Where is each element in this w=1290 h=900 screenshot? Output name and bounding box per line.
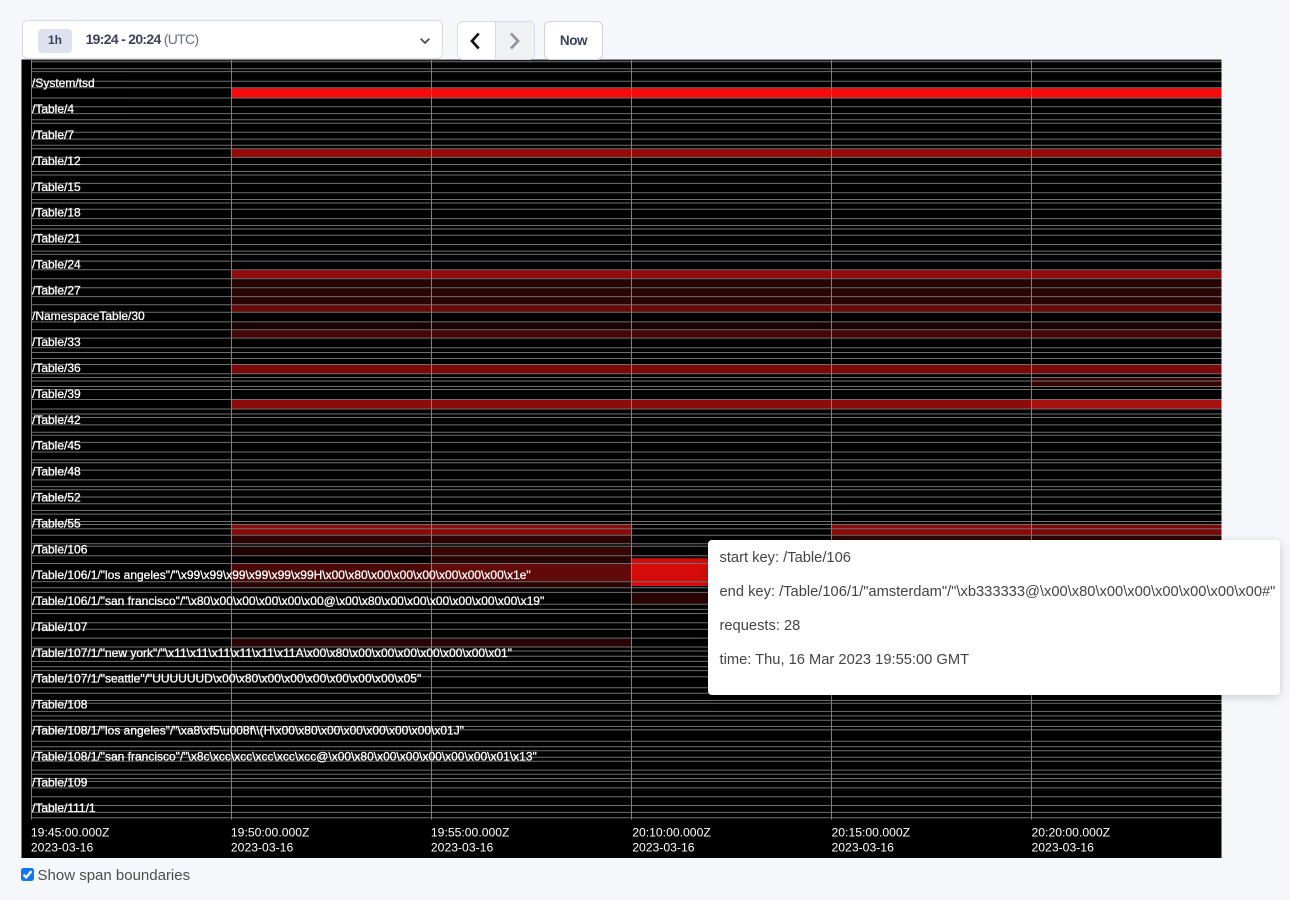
svg-text:/Table/33: /Table/33 [32, 335, 81, 349]
svg-text:/NamespaceTable/30: /NamespaceTable/30 [32, 309, 145, 323]
svg-text:2023-03-16: 2023-03-16 [431, 841, 494, 855]
svg-text:/Table/24: /Table/24 [32, 258, 81, 272]
svg-text:/Table/12: /Table/12 [32, 154, 81, 168]
svg-text:/Table/106/1/"los angeles"/"\x: /Table/106/1/"los angeles"/"\x99\x99\x99… [32, 568, 531, 582]
svg-text:/Table/36: /Table/36 [32, 361, 81, 375]
svg-text:/Table/109: /Table/109 [32, 775, 88, 789]
svg-text:/Table/108: /Table/108 [32, 698, 88, 712]
svg-text:/Table/108/1/"los angeles"/"\x: /Table/108/1/"los angeles"/"\xa8\xf5\u00… [32, 724, 464, 738]
svg-text:2023-03-16: 2023-03-16 [231, 841, 294, 855]
svg-text:/System/tsd: /System/tsd [32, 76, 95, 90]
svg-text:/Table/55: /Table/55 [32, 516, 81, 530]
svg-text:/Table/107/1/"new york"/"\x11\: /Table/107/1/"new york"/"\x11\x11\x11\x1… [32, 646, 512, 660]
svg-text:/Table/42: /Table/42 [32, 413, 81, 427]
svg-text:19:55:00.000Z: 19:55:00.000Z [431, 826, 510, 840]
svg-text:/Table/18: /Table/18 [32, 206, 81, 220]
svg-text:/Table/4: /Table/4 [32, 102, 74, 116]
svg-text:/Table/108/1/"san francisco"/": /Table/108/1/"san francisco"/"\x8c\xcc\x… [32, 749, 537, 763]
svg-text:/Table/7: /Table/7 [32, 128, 74, 142]
svg-text:/Table/15: /Table/15 [32, 180, 81, 194]
svg-text:2023-03-16: 2023-03-16 [632, 841, 695, 855]
svg-text:/Table/52: /Table/52 [32, 491, 81, 505]
svg-text:/Table/21: /Table/21 [32, 232, 81, 246]
svg-text:20:20:00.000Z: 20:20:00.000Z [1032, 826, 1111, 840]
svg-text:/Table/106/1/"san francisco"/": /Table/106/1/"san francisco"/"\x80\x00\x… [32, 594, 544, 608]
svg-text:19:45:00.000Z: 19:45:00.000Z [31, 826, 110, 840]
svg-text:2023-03-16: 2023-03-16 [31, 841, 94, 855]
svg-text:20:15:00.000Z: 20:15:00.000Z [832, 826, 911, 840]
svg-text:2023-03-16: 2023-03-16 [1032, 841, 1095, 855]
svg-text:2023-03-16: 2023-03-16 [832, 841, 895, 855]
svg-text:20:10:00.000Z: 20:10:00.000Z [632, 826, 711, 840]
svg-text:/Table/107/1/"seattle"/"UUUUUU: /Table/107/1/"seattle"/"UUUUUUD\x00\x80\… [32, 672, 421, 686]
svg-text:/Table/111/1: /Table/111/1 [32, 801, 96, 815]
svg-text:/Table/106: /Table/106 [32, 542, 88, 556]
svg-text:/Table/48: /Table/48 [32, 465, 81, 479]
svg-text:/Table/27: /Table/27 [32, 283, 81, 297]
svg-text:/Table/39: /Table/39 [32, 387, 81, 401]
svg-text:/Table/107: /Table/107 [32, 620, 88, 634]
svg-text:19:50:00.000Z: 19:50:00.000Z [231, 826, 310, 840]
svg-text:/Table/45: /Table/45 [32, 439, 81, 453]
